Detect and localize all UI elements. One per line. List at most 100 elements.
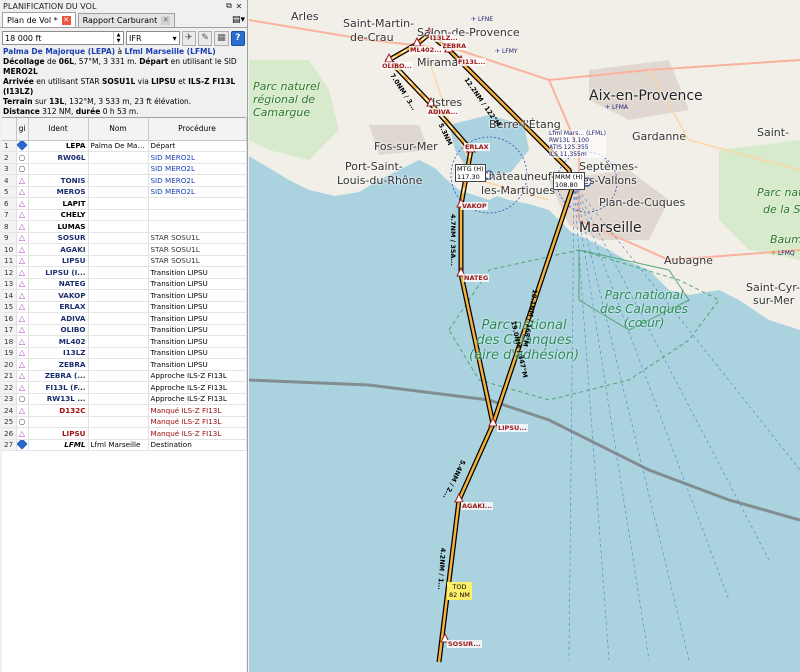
table-settings-button[interactable]: ▦ [214, 30, 229, 46]
row-procedure [148, 197, 247, 210]
aircraft-performance-button[interactable]: ✈ [181, 30, 196, 46]
table-row[interactable]: 2 ○ RW06L SID MERO2L [2, 151, 247, 164]
table-row[interactable]: 16 △ ADIVA Transition LIPSU [2, 312, 247, 325]
table-row[interactable]: 13 △ NATEG Transition LIPSU [2, 278, 247, 290]
waypoint-label[interactable]: SOSUR... [447, 640, 482, 648]
mtg-vor-label[interactable]: MTG (H) 117.30 [455, 164, 486, 182]
row-number: 6 [2, 197, 17, 210]
spin-arrows[interactable]: ▲ ▼ [113, 32, 123, 44]
table-row[interactable]: 5 △ MEROS SID MERO2L [2, 186, 247, 198]
table-row[interactable]: 4 △ TONIS SID MERO2L [2, 174, 247, 187]
row-number: 17 [2, 324, 17, 336]
table-row[interactable]: 10 △ AGAKI STAR SOSU1L [2, 243, 247, 256]
lfmq-airport-label[interactable]: ✈ LFMQ [771, 250, 795, 257]
place-label: Louis-du-Rhône [337, 174, 423, 187]
row-procedure: Transition LIPSU [148, 347, 247, 359]
row-name [88, 163, 149, 175]
cruise-altitude-input[interactable] [3, 32, 113, 44]
waypoint-label[interactable]: AGAKI... [461, 502, 494, 510]
row-procedure: Transition LIPSU [148, 335, 247, 348]
place-label: Saint- [757, 126, 790, 139]
table-row[interactable]: 14 △ VAKOP Transition LIPSU [2, 289, 247, 302]
waypoint-label[interactable]: I13LZ... [429, 34, 459, 42]
waypoint-label[interactable]: ADIVA... [427, 108, 459, 116]
row-type-icon: △ [16, 312, 29, 325]
flight-plan-table[interactable]: gi Ident Nom Procédure 1 LEPA Palma De Maj… [2, 117, 247, 672]
column-header[interactable]: gi [16, 118, 29, 141]
tab-fuel-report[interactable]: Rapport Carburant ✕ [77, 13, 176, 27]
row-ident: LIPSU (I... [28, 266, 89, 279]
row-name [88, 232, 149, 244]
row-number: 19 [2, 347, 17, 359]
column-header[interactable]: Nom [88, 118, 149, 141]
table-row[interactable]: 17 △ OLIBO Transition LIPSU [2, 324, 247, 336]
waypoint-label[interactable]: ERLAX [464, 143, 490, 151]
table-row[interactable]: 9 △ SOSUR STAR SOSU1L [2, 232, 247, 244]
edit-button[interactable]: ✎ [197, 30, 213, 46]
table-row[interactable]: 7 △ CHELY [2, 209, 247, 221]
panel-titlebar: PLANIFICATION DU VOL ⧉ ✕ [0, 0, 247, 12]
float-window-icon[interactable]: ⧉ [224, 1, 234, 11]
table-row[interactable]: 21 △ ZEBRA (... Approche ILS-Z FI13L [2, 370, 247, 382]
lfne-airport-label[interactable]: ✈ LFNE [471, 16, 493, 23]
route-title: Palma De Majorque (LEPA) à Lfml Marseill… [3, 47, 216, 56]
waypoint-label[interactable]: ML402... [409, 46, 443, 54]
waypoint-label[interactable]: FI13L... [457, 58, 487, 66]
cruise-altitude-spinbox[interactable]: ▲▼ [2, 31, 124, 45]
top-of-descent-label[interactable]: TOD 82 NM [447, 582, 472, 600]
table-row[interactable]: 24 △ D132C Manqué ILS-Z FI13L [2, 404, 247, 417]
calanques-core-park-label: Parc national des Calanques (cœur) [600, 288, 688, 330]
column-header[interactable] [2, 118, 17, 141]
help-button[interactable]: ? [230, 30, 245, 46]
table-row[interactable]: 6 △ LAPIT [2, 197, 247, 210]
table-row[interactable]: 1 LEPA Palma De Maj... Départ [2, 140, 247, 152]
spin-down-icon[interactable]: ▼ [114, 38, 123, 44]
table-row[interactable]: 20 △ ZEBRA Transition LIPSU [2, 358, 247, 371]
lfmy-airport-label[interactable]: ✈ LFMY [495, 48, 518, 55]
waypoint-label[interactable]: NATEG [463, 274, 490, 282]
row-name [88, 312, 149, 325]
table-row[interactable]: 27 LFML Lfml Marseille Destination [2, 439, 247, 451]
row-ident: LIPSU [28, 427, 89, 440]
table-row[interactable]: 18 △ ML402 Transition LIPSU [2, 335, 247, 348]
row-ident: ADIVA [28, 312, 89, 325]
row-procedure: Manqué ILS-Z FI13L [148, 416, 247, 428]
table-row[interactable]: 22 △ FI13L (F... Approche ILS-Z FI13L [2, 381, 247, 394]
column-header[interactable]: Procédure [148, 118, 247, 141]
waypoint-label[interactable]: ZEBRA [441, 42, 468, 50]
lfml-airport-label[interactable]: Lfml Mars... (LFML) RW13L 3.100 ATIS 125… [549, 130, 606, 158]
table-row[interactable]: 23 ○ RW13L ... Approche ILS-Z FI13L [2, 393, 247, 405]
mrm-vor-label[interactable]: MRM (H) 108.80 [553, 172, 585, 190]
row-ident: SOSUR [28, 232, 89, 244]
column-header[interactable]: Ident [28, 118, 89, 141]
waypoint-label[interactable]: VAKOP [461, 202, 488, 210]
map-view[interactable]: Arles Saint-Martin-de-Crau Salon-de-Proven… [249, 0, 800, 672]
row-type-icon: △ [16, 289, 29, 302]
waypoint-label[interactable]: OLIBO... [381, 62, 413, 70]
table-row[interactable]: 8 △ LUMAS [2, 220, 247, 233]
tab-close-icon[interactable]: ✕ [61, 15, 71, 25]
flight-planning-panel: PLANIFICATION DU VOL ⧉ ✕ Plan de Vol * ✕… [0, 0, 248, 672]
table-row[interactable]: 26 △ LIPSU Manqué ILS-Z FI13L [2, 427, 247, 440]
table-row[interactable]: 25 ○ Manqué ILS-Z FI13L [2, 416, 247, 428]
table-row[interactable]: 11 △ LIPSU STAR SOSU1L [2, 255, 247, 267]
table-row[interactable]: 15 △ ERLAX Transition LIPSU [2, 301, 247, 313]
table-row[interactable]: 19 △ I13LZ Transition LIPSU [2, 347, 247, 359]
table-row[interactable]: 12 △ LIPSU (I... Transition LIPSU [2, 266, 247, 279]
waypoint-icon: △ [18, 371, 26, 381]
close-panel-icon[interactable]: ✕ [234, 2, 244, 11]
waypoint-label[interactable]: LIPSU... [497, 424, 528, 432]
row-number: 14 [2, 289, 17, 302]
row-ident [28, 163, 89, 175]
row-name [88, 301, 149, 313]
lfma-airport-label[interactable]: ✈ LFMA [605, 104, 628, 111]
tab-close-icon[interactable]: ✕ [161, 16, 171, 25]
table-row[interactable]: 3 ○ SID MERO2L [2, 163, 247, 175]
row-type-icon: △ [16, 174, 29, 187]
row-name [88, 174, 149, 187]
airspace-boundary [249, 378, 800, 522]
flight-rules-select[interactable]: IFR ▾ [126, 31, 180, 45]
tab-menu-icon[interactable]: ▤▾ [230, 15, 247, 27]
tab-flight-plan[interactable]: Plan de Vol * ✕ [2, 12, 76, 27]
waypoint-icon: △ [18, 279, 26, 289]
